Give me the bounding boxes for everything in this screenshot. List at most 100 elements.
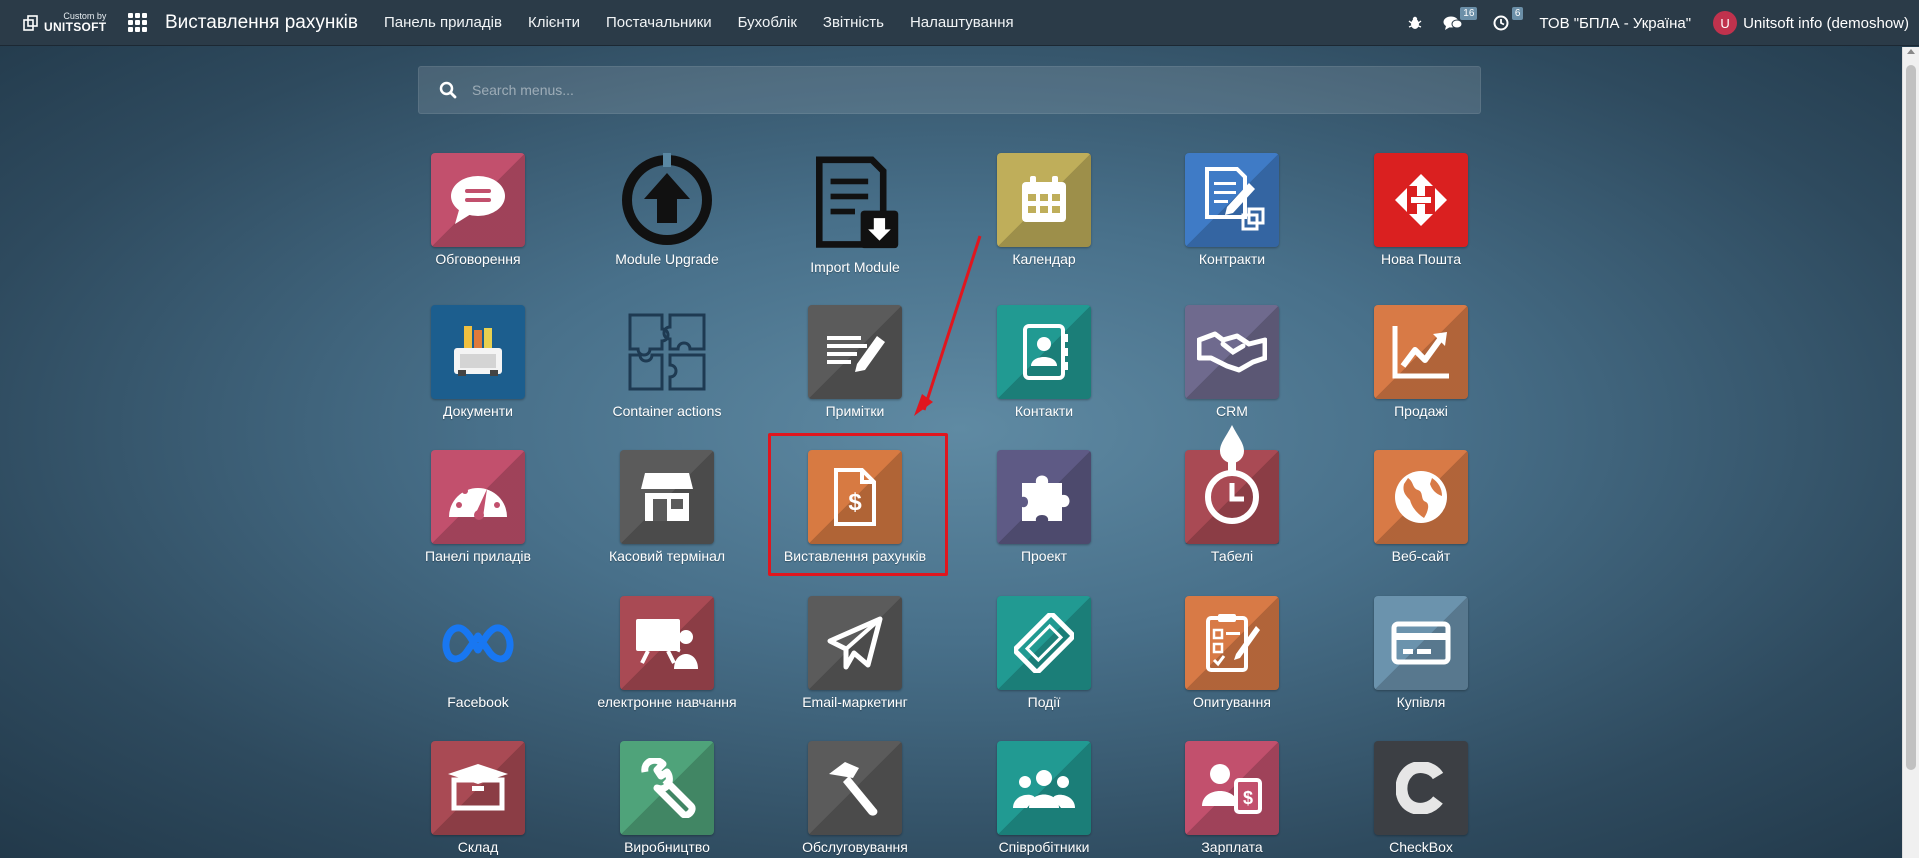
app-label: Контракти bbox=[1198, 251, 1266, 267]
app-icon-tile bbox=[997, 741, 1091, 835]
app-icon-tile bbox=[808, 305, 902, 399]
app-icon-tile bbox=[620, 596, 714, 690]
documents-folder-icon bbox=[454, 326, 502, 376]
menu-item-vendors[interactable]: Постачальники bbox=[606, 14, 712, 31]
app-dashboards[interactable]: Панелі приладів bbox=[403, 450, 553, 564]
import-document-icon bbox=[815, 156, 899, 249]
app-icon-tile bbox=[431, 450, 525, 544]
app-icon-tile bbox=[1374, 741, 1468, 835]
app-manufacturing[interactable]: Виробництво bbox=[592, 741, 742, 855]
app-crm[interactable]: CRM bbox=[1157, 305, 1307, 419]
chat-bubble-icon bbox=[451, 176, 505, 224]
scrollbar-thumb[interactable] bbox=[1906, 65, 1916, 770]
app-maintenance[interactable]: Обслуговування bbox=[780, 741, 930, 855]
menu-item-settings[interactable]: Налаштування bbox=[910, 14, 1014, 31]
app-icon-tile: $ bbox=[1185, 741, 1279, 835]
app-project[interactable]: Проект bbox=[969, 450, 1119, 564]
app-email-marketing[interactable]: Email-маркетинг bbox=[780, 596, 930, 710]
puzzle-piece-icon bbox=[1022, 475, 1070, 521]
app-discuss[interactable]: Обговорення bbox=[403, 153, 553, 267]
app-employees[interactable]: Співробітники bbox=[969, 741, 1119, 855]
app-module-upgrade[interactable]: Module Upgrade bbox=[592, 153, 742, 267]
app-checkbox[interactable]: CheckBox bbox=[1346, 741, 1496, 855]
app-contracts[interactable]: Контракти bbox=[1157, 153, 1307, 267]
app-container-actions[interactable]: Container actions bbox=[592, 305, 742, 419]
current-app-title[interactable]: Виставлення рахунків bbox=[165, 12, 358, 34]
app-label: Виробництво bbox=[624, 839, 710, 855]
app-icon-tile bbox=[1185, 305, 1279, 399]
apps-grid-icon[interactable] bbox=[128, 12, 148, 33]
checkbox-c-logo-icon bbox=[1396, 762, 1444, 814]
contract-edit-icon bbox=[1205, 167, 1265, 231]
app-label: Container actions bbox=[612, 403, 722, 419]
activities-clock-icon[interactable]: 6 bbox=[1493, 7, 1524, 31]
app-payroll[interactable]: $ Зарплата bbox=[1157, 741, 1307, 855]
scroll-up-arrow-icon[interactable] bbox=[1907, 49, 1915, 54]
app-inventory[interactable]: Склад bbox=[403, 741, 553, 855]
app-icon-tile bbox=[1374, 305, 1468, 399]
app-icon-tile bbox=[431, 305, 525, 399]
app-label: Обслуговування bbox=[802, 839, 908, 855]
paper-plane-icon bbox=[827, 616, 883, 670]
app-label: Зарплата bbox=[1201, 839, 1263, 855]
contacts-book-icon bbox=[1023, 324, 1068, 380]
app-label: Співробітники bbox=[998, 839, 1090, 855]
avatar: U bbox=[1713, 11, 1738, 35]
app-facebook[interactable]: Facebook bbox=[403, 596, 553, 710]
app-nova-poshta[interactable]: Нова Пошта bbox=[1346, 153, 1496, 267]
app-documents[interactable]: Документи bbox=[403, 305, 553, 419]
menu-item-dashboard[interactable]: Панель приладів bbox=[384, 14, 502, 31]
app-sales[interactable]: Продажі bbox=[1346, 305, 1496, 419]
app-label: Опитування bbox=[1193, 694, 1271, 710]
app-icon-tile bbox=[1374, 596, 1468, 690]
stopwatch-icon bbox=[1205, 425, 1259, 524]
app-website[interactable]: Веб-сайт bbox=[1346, 450, 1496, 564]
messages-icon[interactable]: 16 bbox=[1443, 7, 1478, 31]
top-navbar: Custom by UNITSOFT Виставлення рахунків … bbox=[0, 0, 1919, 46]
user-name: Unitsoft info (demoshow) bbox=[1743, 14, 1909, 32]
menu-item-reporting[interactable]: Звітність bbox=[823, 14, 884, 31]
page-scrollbar[interactable] bbox=[1902, 47, 1919, 858]
app-label: CRM bbox=[1216, 403, 1248, 419]
debug-bug-icon[interactable] bbox=[1407, 15, 1423, 31]
main-menu: Панель приладів Клієнти Постачальники Бу… bbox=[384, 14, 1040, 31]
app-label: Купівля bbox=[1396, 694, 1446, 710]
elearning-board-icon bbox=[636, 619, 698, 669]
shop-icon bbox=[641, 473, 693, 521]
activities-counter: 6 bbox=[1511, 7, 1524, 20]
app-icon-tile bbox=[620, 305, 714, 399]
app-label: CheckBox bbox=[1389, 839, 1453, 855]
meta-logo-icon bbox=[442, 624, 514, 663]
app-surveys[interactable]: Опитування bbox=[1157, 596, 1307, 710]
app-label: Нова Пошта bbox=[1381, 251, 1461, 267]
search-input[interactable] bbox=[472, 82, 1372, 98]
box-icon bbox=[448, 764, 508, 811]
app-calendar[interactable]: Календар bbox=[969, 153, 1119, 267]
brand-logo[interactable]: Custom by UNITSOFT bbox=[0, 0, 120, 46]
user-menu[interactable]: U Unitsoft info (demoshow) bbox=[1713, 11, 1909, 35]
app-purchase[interactable]: Купівля bbox=[1346, 596, 1496, 710]
search-bar[interactable] bbox=[418, 66, 1481, 114]
navbar-systray: 16 6 ТОВ "БПЛА - Україна" U Unitsoft inf… bbox=[1407, 0, 1909, 46]
annotation-arrow-icon bbox=[914, 235, 982, 416]
notes-pen-icon bbox=[827, 336, 885, 372]
app-timesheets[interactable]: Табелі bbox=[1157, 425, 1307, 564]
app-icon-tile bbox=[1185, 596, 1279, 690]
calendar-icon bbox=[1022, 176, 1066, 222]
app-icon-tile bbox=[808, 741, 902, 835]
company-switcher[interactable]: ТОВ "БПЛА - Україна" bbox=[1539, 15, 1691, 32]
unitsoft-logo-icon bbox=[23, 14, 38, 31]
app-elearning[interactable]: електронне навчання bbox=[592, 596, 742, 710]
app-icon-tile bbox=[1374, 153, 1468, 247]
app-label: Табелі bbox=[1210, 548, 1254, 564]
menu-item-customers[interactable]: Клієнти bbox=[528, 14, 580, 31]
app-label: електронне навчання bbox=[597, 694, 737, 710]
app-label: Контакти bbox=[1014, 403, 1074, 419]
app-icon-tile bbox=[997, 305, 1091, 399]
menu-item-accounting[interactable]: Бухоблік bbox=[738, 14, 797, 31]
app-icon-tile bbox=[1185, 153, 1279, 247]
app-icon-tile bbox=[1185, 425, 1279, 544]
app-events[interactable]: Події bbox=[969, 596, 1119, 710]
app-pos[interactable]: Касовий термінал bbox=[592, 450, 742, 564]
app-contacts[interactable]: Контакти bbox=[969, 305, 1119, 419]
